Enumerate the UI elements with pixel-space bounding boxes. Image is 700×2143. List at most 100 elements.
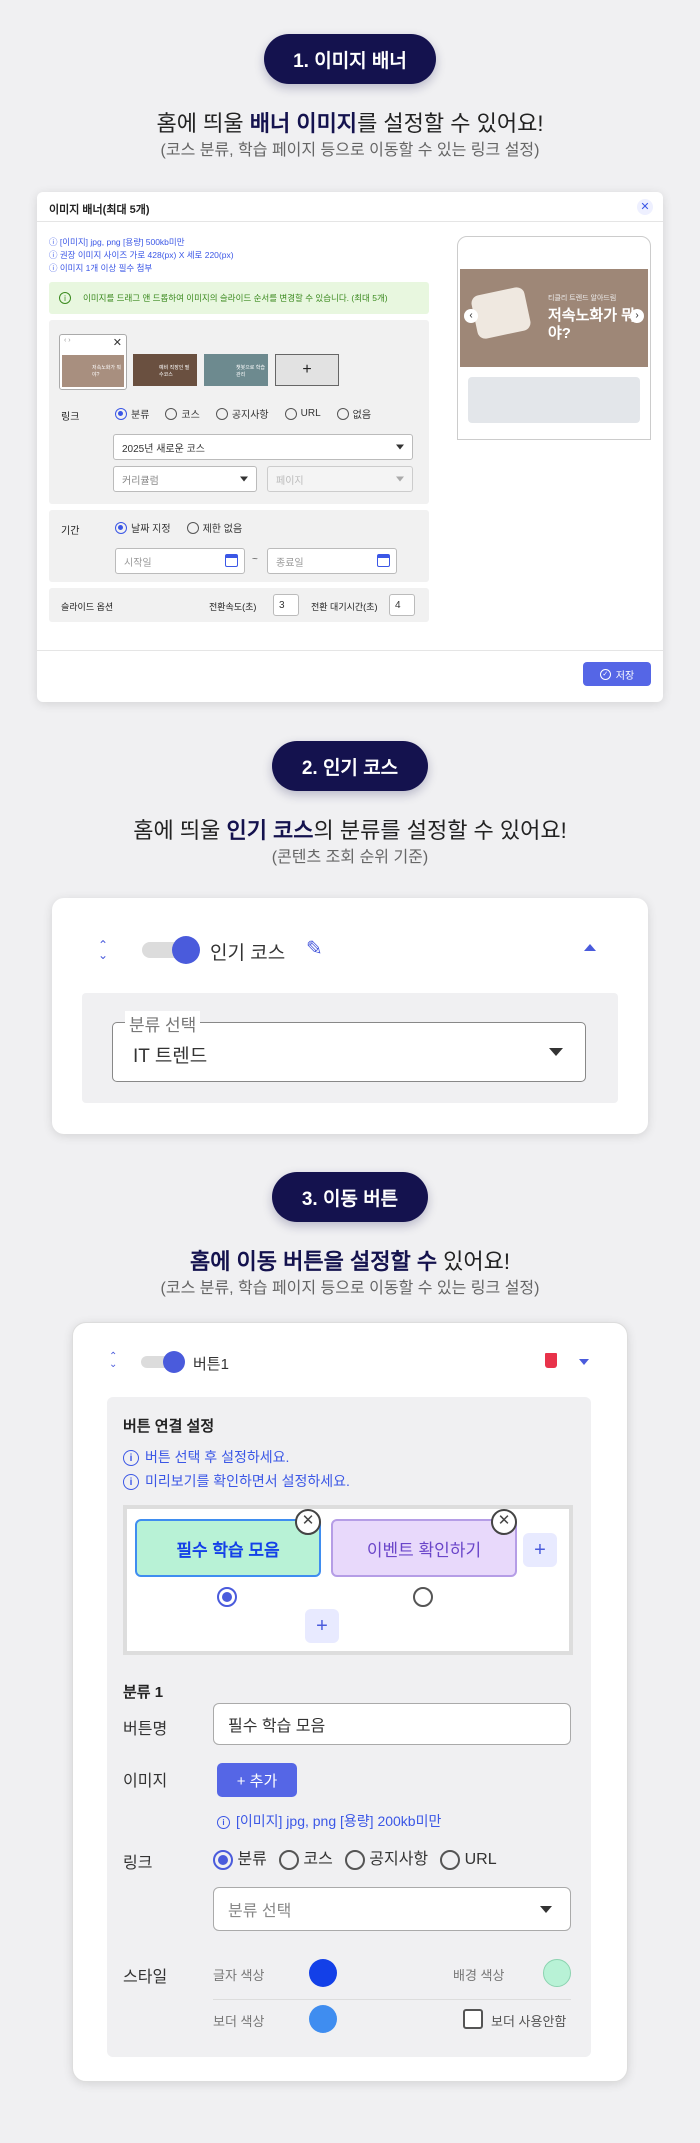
preview-button-2[interactable]: 이벤트 확인하기	[331, 1519, 517, 1577]
modal-divider	[37, 650, 663, 651]
radio-category[interactable]: 분류	[213, 1849, 267, 1870]
wait-label: 전환 대기시간(초)	[311, 602, 378, 612]
radio-dot[interactable]	[413, 1587, 433, 1607]
remove-icon[interactable]: ✕	[113, 336, 122, 349]
start-date-input[interactable]: 시작일	[115, 548, 245, 574]
wait-input[interactable]: 4	[389, 594, 415, 616]
radio-dot[interactable]	[217, 1587, 237, 1607]
chevron-down-icon[interactable]	[579, 1359, 589, 1365]
chevron-down-icon	[240, 476, 248, 482]
input-value: 4	[395, 599, 401, 611]
border-color-swatch[interactable]	[309, 2005, 337, 2033]
period-label: 기간	[61, 526, 80, 537]
radio-url[interactable]: URL	[440, 1849, 497, 1870]
radio-date[interactable]: 날짜 지정	[115, 520, 171, 535]
select-radio-2[interactable]	[413, 1587, 433, 1607]
text-color-swatch[interactable]	[309, 1959, 337, 1987]
radio-dot[interactable]	[336, 407, 349, 420]
radio-category[interactable]: 분류	[115, 406, 149, 421]
page-select[interactable]: 페이지	[267, 466, 413, 492]
course-select[interactable]: 2025년 새로운 코스	[113, 434, 413, 460]
chevron-up-icon[interactable]	[584, 944, 596, 951]
radio-dot[interactable]	[284, 407, 297, 420]
radio-dot[interactable]	[115, 407, 127, 420]
preview-button-1[interactable]: 필수 학습 모음	[135, 1519, 321, 1577]
drag-handle-icon[interactable]: ⌃ ⌄	[98, 939, 108, 961]
toggle-switch[interactable]	[141, 1351, 185, 1373]
thumbnail-selected[interactable]: ✕ ‹ › 저속노화가 뭐야?	[59, 334, 127, 390]
preview-banner: 티클리 트렌드 알아드림 저속노화가 뭐야? ‹ ›	[460, 269, 648, 367]
radio-dot[interactable]	[186, 521, 199, 534]
speed-label: 전환속도(초)	[209, 602, 257, 612]
section-headline: 홈에 띄울 인기 코스의 분류를 설정할 수 있어요!	[0, 813, 700, 845]
radio-dot[interactable]	[165, 407, 178, 420]
preview-title: 저속노화가 뭐야?	[548, 307, 635, 342]
info-line: ⓘ 이미지 1개 이상 필수 첨부	[49, 263, 153, 273]
section-subtitle: (코스 분류, 학습 페이지 등으로 이동할 수 있는 링크 설정)	[160, 1280, 540, 1297]
save-button[interactable]: ✓ 저장	[583, 662, 651, 686]
toggle-knob	[163, 1351, 185, 1373]
range-separator: ~	[252, 554, 258, 565]
select-value: IT 트렌드	[133, 1046, 208, 1067]
info-line: i 미리보기를 확인하면서 설정하세요.	[123, 1471, 350, 1491]
calendar-icon[interactable]	[377, 554, 390, 567]
calendar-icon[interactable]	[225, 554, 238, 567]
banner-thumbnail[interactable]: 챗봇으로 학습관리	[204, 354, 268, 386]
drag-handle-icon[interactable]: ⌃ ⌄	[109, 1352, 117, 1370]
modal-info: ⓘ [이미지] jpg, png [용량] 500kb미만 ⓘ 권장 이미지 사…	[49, 236, 234, 275]
radio-dot[interactable]	[215, 407, 228, 420]
arrows-icon: ‹ ›	[64, 337, 71, 344]
radio-course[interactable]: 코스	[165, 406, 200, 421]
add-image-button[interactable]: +	[275, 354, 339, 386]
button-link-panel: 버튼 연결 설정 i 버튼 선택 후 설정하세요. i 미리보기를 확인하면서 설정…	[107, 1397, 591, 2057]
chevron-down-icon	[540, 1906, 552, 1913]
end-date-input[interactable]: 종료일	[267, 548, 397, 574]
category-select[interactable]: 분류 선택 IT 트렌드	[112, 1011, 586, 1082]
radio-dot[interactable]	[115, 521, 127, 534]
pill-label: 1. 이미지 배너	[293, 50, 407, 72]
curriculum-select[interactable]: 커리큘럼	[113, 466, 257, 492]
radio-label: URL	[464, 1851, 497, 1868]
radio-none[interactable]: 없음	[336, 406, 371, 421]
edit-pencil-icon[interactable]: ✎	[306, 936, 323, 961]
link-radio-group: 분류 코스 공지사항 URL	[213, 1845, 497, 1870]
section-subtitle: (코스 분류, 학습 페이지 등으로 이동할 수 있는 링크 설정)	[160, 142, 540, 159]
radio-dot[interactable]	[440, 1849, 461, 1870]
remove-icon[interactable]: ✕	[491, 1509, 517, 1535]
radio-label: 공지사항	[369, 1851, 429, 1868]
group-title: 분류 1	[123, 1684, 164, 1701]
radio-course[interactable]: 코스	[278, 1849, 333, 1870]
thumbnail-text: 예비 직장인 필수코스	[159, 365, 190, 378]
add-row-button[interactable]: +	[305, 1609, 339, 1643]
radio-dot[interactable]	[278, 1849, 299, 1870]
notice-banner: i 이미지를 드래그 앤 드롭하여 이미지의 슬라이드 순서를 변경할 수 있습…	[49, 282, 429, 314]
banner-thumbnail[interactable]: 예비 직장인 필수코스	[133, 354, 197, 386]
radio-url[interactable]: URL	[284, 407, 321, 420]
remove-icon[interactable]: ✕	[295, 1509, 321, 1535]
close-icon[interactable]: ✕	[637, 199, 653, 215]
radio-notice[interactable]: 공지사항	[215, 406, 269, 421]
text-color-label: 글자 색상	[213, 1968, 265, 1983]
add-image-button[interactable]: + 추가	[217, 1763, 297, 1797]
radio-unlimited[interactable]: 제한 없음	[186, 520, 242, 535]
radio-dot[interactable]	[213, 1849, 233, 1870]
trash-icon[interactable]	[545, 1353, 557, 1368]
speed-input[interactable]: 3	[273, 594, 299, 616]
next-arrow-icon[interactable]: ›	[630, 309, 644, 323]
prev-arrow-icon[interactable]: ‹	[464, 309, 478, 323]
radio-notice[interactable]: 공지사항	[344, 1849, 429, 1870]
category-select[interactable]: 분류 선택	[213, 1887, 571, 1931]
info-text: [이미지] jpg, png [용량] 200kb미만	[236, 1813, 442, 1829]
style-label: 스타일	[123, 1969, 168, 1986]
radio-dot[interactable]	[344, 1849, 365, 1870]
no-border-checkbox[interactable]	[463, 2009, 483, 2029]
button-name-input[interactable]: 필수 학습 모음	[213, 1703, 571, 1745]
select-radio-1[interactable]	[217, 1587, 237, 1607]
popular-course-card: ⌃ ⌄ 인기 코스 ✎ 분류 선택 IT 트렌드	[52, 898, 648, 1134]
toggle-switch[interactable]	[142, 936, 200, 964]
section-pill-move-button: 3. 이동 버튼	[272, 1172, 428, 1222]
bg-color-swatch[interactable]	[543, 1959, 571, 1987]
pill-label: 3. 이동 버튼	[301, 1188, 399, 1210]
add-column-button[interactable]: +	[523, 1533, 557, 1567]
select-value: 커리큘럼	[122, 475, 159, 487]
